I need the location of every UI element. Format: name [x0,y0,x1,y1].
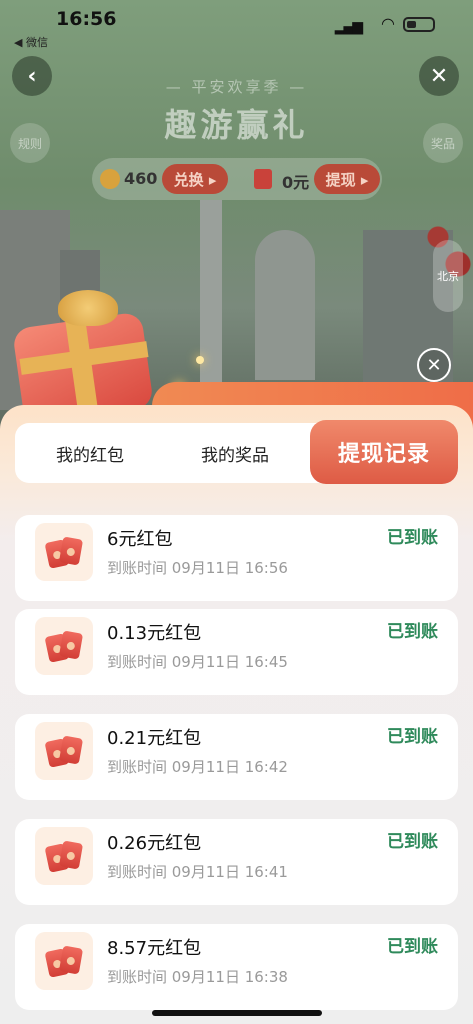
red-envelope-icon [35,617,93,675]
record-status: 已到账 [387,832,438,852]
list-item: 8.57元红包 到账时间 09月11日 16:38 已到账 [15,924,458,1010]
battery-icon [403,17,435,32]
cash-value: 0元 [282,173,310,192]
points-value: 460 [124,169,158,188]
record-status: 已到账 [387,937,438,957]
record-time: 到账时间 09月11日 16:42 [107,758,288,776]
tab-withdraw-records[interactable]: 提现记录 [310,420,458,484]
page-subtitle: — 平安欢享季 — [165,78,308,96]
red-envelope-icon [35,827,93,885]
record-time: 到账时间 09月11日 16:38 [107,968,288,986]
record-status: 已到账 [387,528,438,548]
red-envelope-icon [35,523,93,581]
list-item: 0.13元红包 到账时间 09月11日 16:45 已到账 [15,609,458,695]
record-time: 到账时间 09月11日 16:45 [107,653,288,671]
page-title: 趣游赢礼 [164,106,309,144]
record-name: 6元红包 [107,529,173,550]
rules-button[interactable]: 规则 [10,123,50,163]
red-envelope-icon [35,932,93,990]
back-to-app-link[interactable]: ◀ 微信 [14,34,48,50]
list-item: 6元红包 到账时间 09月11日 16:56 已到账 [15,515,458,601]
tab-my-prizes[interactable]: 我的奖品 [165,423,305,483]
red-envelope-icon [35,722,93,780]
prizes-button[interactable]: 奖品 [423,123,463,163]
gift-bow [58,290,118,326]
record-name: 8.57元红包 [107,938,202,959]
close-modal-button[interactable]: ✕ [417,348,451,382]
sparkle [196,356,204,364]
record-time: 到账时间 09月11日 16:41 [107,863,288,881]
city-tag[interactable]: 北京 [433,240,463,312]
wifi-icon: ◠ [381,14,395,33]
signal-icon: ▂▄▆ [334,19,363,35]
record-time: 到账时间 09月11日 16:56 [107,559,288,577]
gift-box-illustration [10,290,160,425]
withdraw-button[interactable]: 提现 ▸ [314,164,380,194]
record-name: 0.26元红包 [107,833,202,854]
home-indicator[interactable] [152,1010,322,1016]
coin-icon [100,169,120,189]
record-name: 0.13元红包 [107,623,202,644]
list-item: 0.26元红包 到账时间 09月11日 16:41 已到账 [15,819,458,905]
status-time: 16:56 [56,8,117,30]
record-status: 已到账 [387,727,438,747]
list-item: 0.21元红包 到账时间 09月11日 16:42 已到账 [15,714,458,800]
tab-bar: 我的红包 我的奖品 提现记录 [15,420,458,484]
monument [255,230,315,380]
record-name: 0.21元红包 [107,728,202,749]
tab-my-red-packets[interactable]: 我的红包 [15,423,165,483]
record-status: 已到账 [387,622,438,642]
close-icon: ✕ [426,354,442,376]
exchange-button[interactable]: 兑换 ▸ [162,164,228,194]
status-bar: 16:56 ◀ 微信 ▂▄▆ ◠ [0,0,473,49]
balance-bar: 460 兑换 ▸ 0元 提现 ▸ [92,158,382,200]
red-envelope-icon [254,169,272,189]
